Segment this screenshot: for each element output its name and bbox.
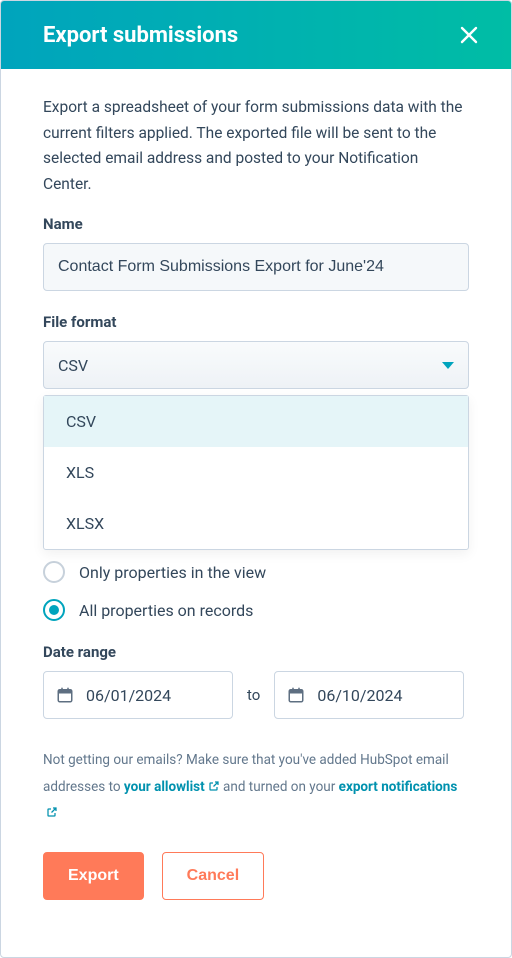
hint-mid: and turned on your (223, 779, 339, 795)
external-link-icon (208, 780, 220, 792)
modal-body: Export a spreadsheet of your form submis… (1, 69, 511, 957)
calendar-icon (56, 686, 74, 704)
date-to-label: to (247, 686, 260, 704)
close-icon (459, 25, 479, 45)
date-range-section: Date range 06/01/2024 to 06/10/2024 (43, 643, 469, 719)
radio-all-records-label: All properties on records (79, 601, 253, 620)
external-link-icon (46, 806, 58, 818)
name-input[interactable] (43, 243, 469, 291)
description-text: Export a spreadsheet of your form submis… (43, 95, 469, 197)
allowlist-link[interactable]: your allowlist (124, 779, 220, 795)
name-label: Name (43, 215, 469, 233)
file-format-label: File format (43, 313, 469, 331)
file-format-option-csv[interactable]: CSV (44, 396, 468, 447)
date-range-label: Date range (43, 643, 469, 661)
properties-radio-group: Only properties in the view All properti… (43, 561, 469, 621)
radio-icon (43, 599, 65, 621)
close-button[interactable] (455, 21, 483, 49)
radio-only-view[interactable]: Only properties in the view (43, 561, 469, 583)
modal-header: Export submissions (1, 1, 511, 69)
file-format-option-xls[interactable]: XLS (44, 447, 468, 498)
file-format-dropdown: CSV XLS XLSX (43, 395, 469, 550)
cancel-button[interactable]: Cancel (162, 852, 264, 900)
name-section: Name (43, 215, 469, 291)
date-range-row: 06/01/2024 to 06/10/2024 (43, 671, 469, 719)
date-to-text: 06/10/2024 (317, 686, 402, 705)
date-to-input[interactable]: 06/10/2024 (274, 671, 464, 719)
chevron-down-icon (442, 362, 454, 369)
export-button[interactable]: Export (43, 852, 144, 900)
file-format-select-wrap: CSV CSV XLS XLSX (43, 341, 469, 389)
date-from-input[interactable]: 06/01/2024 (43, 671, 233, 719)
file-format-select[interactable]: CSV (43, 341, 469, 389)
radio-only-view-label: Only properties in the view (79, 563, 266, 582)
hint-text: Not getting our emails? Make sure that y… (43, 747, 469, 826)
file-format-option-xlsx[interactable]: XLSX (44, 498, 468, 549)
modal-footer: Export Cancel (43, 852, 469, 900)
export-submissions-modal: Export submissions Export a spreadsheet … (0, 0, 512, 958)
file-format-section: File format CSV CSV XLS XLSX Only proper… (43, 313, 469, 621)
radio-icon (43, 561, 65, 583)
modal-title: Export submissions (43, 23, 238, 48)
file-format-selected: CSV (58, 356, 88, 375)
calendar-icon (287, 686, 305, 704)
date-from-text: 06/01/2024 (86, 686, 171, 705)
radio-all-records[interactable]: All properties on records (43, 599, 469, 621)
